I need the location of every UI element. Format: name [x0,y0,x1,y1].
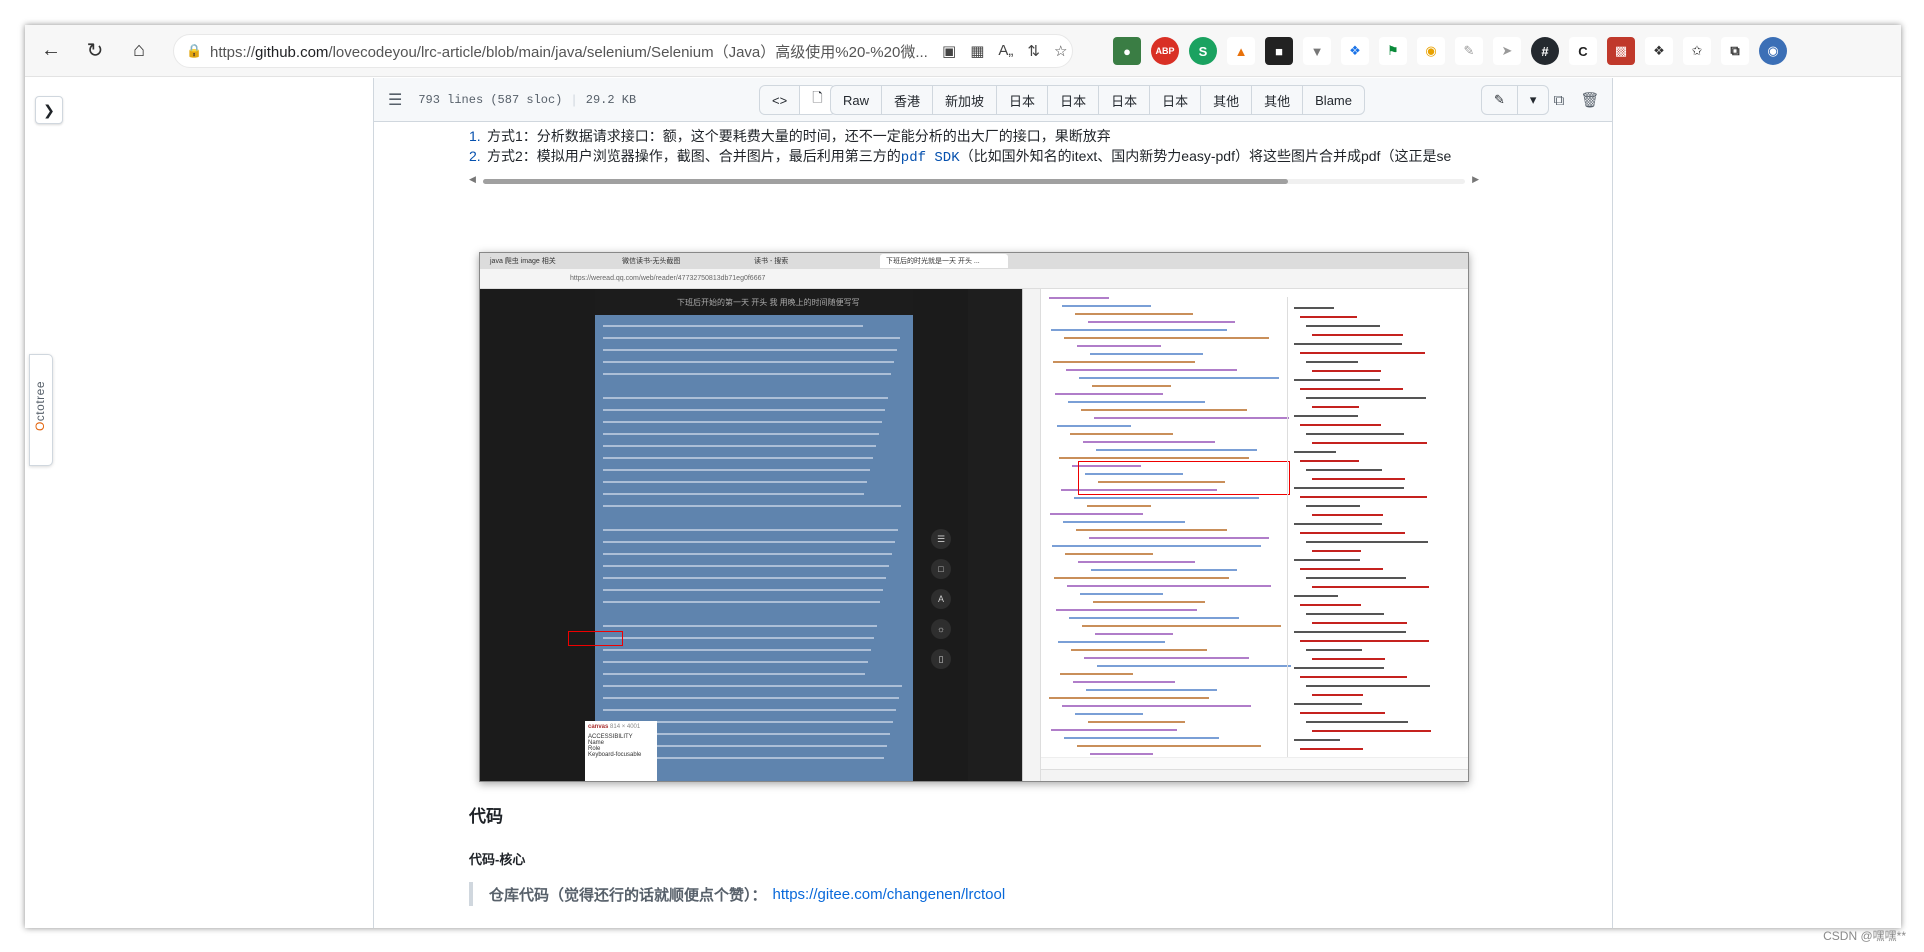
embedded-tab: java 爬虫 image 相关 [490,258,556,265]
file-actions: Raw 香港 新加坡 日本 日本 日本 日本 其他 其他 Blame [830,85,1365,115]
proxy-other2-button[interactable]: 其他 [1251,86,1302,114]
address-bar[interactable]: 🔒 https://github.com/lovecodeyou/lrc-art… [173,34,1073,68]
network-extension-icon[interactable]: ▲ [1227,37,1255,65]
pencil-icon[interactable]: ✎ [1482,86,1517,114]
lock-icon: 🔒 [186,43,203,58]
repo-link[interactable]: https://gitee.com/changenen/lrctool [773,886,1006,903]
proxy-sg-button[interactable]: 新加坡 [932,86,996,114]
embedded-tabs: java 爬虫 image 相关 微信读书-无头截图 读书 - 搜索 下班后的时… [480,253,1468,269]
menu-icon: ☰ [931,529,951,549]
raw-button[interactable]: Raw [831,86,881,114]
bird-extension-icon[interactable]: ➤ [1493,37,1521,65]
globe-extension-icon[interactable]: ● [1113,37,1141,65]
embedded-screenshot: java 爬虫 image 相关 微信读书-无头截图 读书 - 搜索 下班后的时… [479,252,1469,782]
browser-window: ← ↻ ⌂ 🔒 https://github.com/lovecodeyou/l… [25,25,1901,928]
hash-extension-icon[interactable]: # [1531,37,1559,65]
divider: | [572,92,576,107]
proxy-jp1-button[interactable]: 日本 [996,86,1047,114]
code-view-icon[interactable]: <> [760,86,799,114]
octotree-tab[interactable]: Octotree [29,354,53,466]
scroll-thumb[interactable] [483,179,1288,184]
copy-icon[interactable]: ⧉ [1544,85,1574,115]
black-extension-icon[interactable]: ■ [1265,37,1293,65]
fox-extension-icon[interactable]: ◉ [1417,37,1445,65]
line-count: 793 lines (587 sloc) [418,92,563,107]
chevron-right-icon[interactable]: ❯ [35,96,63,124]
inspect-tooltip: canvas 814 × 4001 ACCESSIBILITY Name Rol… [585,721,657,781]
view-toggle: <> 🗋 [759,85,836,115]
embedded-devtools [1022,289,1468,781]
v-extension-icon[interactable]: ▼ [1303,37,1331,65]
avatar[interactable]: ◉ [1759,37,1787,65]
blockquote: 仓库代码（觉得还行的话就顺便点个赞）： https://gitee.com/ch… [469,882,1005,906]
devtools-styles [1287,297,1468,767]
ordered-list: 1. 方式1：分析数据请求接口：额，这个要耗费大量的时间，还不一定能分析的出大厂… [469,126,1479,168]
reader-text-selection [595,315,913,781]
read-aloud-icon[interactable]: A„ [998,42,1013,60]
reader-header: 下班后开始的第一天 开头 我 用晚上的时间随便写写 [595,289,913,315]
translate-icon[interactable]: ⇅ [1027,42,1040,60]
phone-icon: ▯ [931,649,951,669]
pen-extension-icon[interactable]: ✎ [1455,37,1483,65]
subsection-heading: 代码-核心 [469,852,526,867]
favorites-icon[interactable]: ✩ [1683,37,1711,65]
extensions-bar: ● ABP S ▲ ■ ▼ ❖ ⚑ ◉ ✎ ➤ # C ▩ ❖ ✩ ⧉ ◉ [1113,37,1787,65]
proxy-hk-button[interactable]: 香港 [881,86,932,114]
highlight-box [1078,461,1290,495]
font-icon: A [931,589,951,609]
trash-icon[interactable]: 🗑 [1575,85,1605,115]
embedded-tab: 下班后的时光就是一天 开头 ... [880,254,1008,268]
brightness-icon: ☼ [931,619,951,639]
page: ❯ Octotree ☰ 793 lines (587 sloc) | 29.2… [25,78,1901,928]
file-size: 29.2 KB [585,92,637,107]
list-item: 2. 方式2：模拟用户浏览器操作，截图、合并图片，最后利用第三方的pdf SDK… [469,148,1452,166]
proxy-jp4-button[interactable]: 日本 [1149,86,1200,114]
list-icon[interactable]: ☰ [388,90,402,110]
left-gutter: ❯ Octotree [25,78,373,928]
embedded-reader: 下班后开始的第一天 开头 我 用晚上的时间随便写写 [595,289,913,781]
horizontal-scrollbar[interactable]: ◀ ▶ [469,174,1479,188]
apps-icon[interactable]: ▦ [970,42,984,60]
device-icon[interactable]: ▣ [942,42,956,60]
back-icon[interactable]: ← [33,33,69,69]
embedded-tab: 读书 - 搜索 [754,258,789,265]
watermark: CSDN @嘿嘿** [1823,929,1906,943]
octotree-label: Octotree [33,381,47,432]
devtools-elements [1043,297,1291,767]
highlight-box [568,631,623,646]
section-heading: 代码 [469,807,503,826]
adblock-icon[interactable]: ABP [1151,37,1179,65]
home-icon[interactable]: ⌂ [121,33,157,69]
flag-extension-icon[interactable]: ⚑ [1379,37,1407,65]
scroll-left-icon[interactable]: ◀ [469,174,476,185]
proxy-jp2-button[interactable]: 日本 [1047,86,1098,114]
file-header: ☰ 793 lines (587 sloc) | 29.2 KB <> 🗋 Ra… [374,78,1612,122]
blame-button[interactable]: Blame [1302,86,1364,114]
file-view: ☰ 793 lines (587 sloc) | 29.2 KB <> 🗋 Ra… [373,78,1613,928]
list-item: 1. 方式1：分析数据请求接口：额，这个要耗费大量的时间，还不一定能分析的出大厂… [469,128,1111,144]
browser-toolbar: ← ↻ ⌂ 🔒 https://github.com/lovecodeyou/l… [25,25,1901,77]
puzzle-icon[interactable]: ❖ [1645,37,1673,65]
comment-icon: □ [931,559,951,579]
image-extension-icon[interactable]: ▩ [1607,37,1635,65]
embedded-address: https://weread.qq.com/web/reader/4773275… [480,269,1468,289]
favorite-icon[interactable]: ☆ [1054,42,1067,60]
badge-extension-icon[interactable]: ❖ [1341,37,1369,65]
reader-controls: ☰ □ A ☼ ▯ [913,289,968,781]
url-text: https://github.com/lovecodeyou/lrc-artic… [210,43,928,61]
proxy-jp3-button[interactable]: 日本 [1098,86,1149,114]
embedded-tab: 微信读书-无头截图 [622,258,681,265]
c-extension-icon[interactable]: C [1569,37,1597,65]
edit-group: ✎ ▾ [1481,85,1550,115]
s-extension-icon[interactable]: S [1189,37,1217,65]
reload-icon[interactable]: ↻ [77,33,113,69]
markdown-body: 1. 方式1：分析数据请求接口：额，这个要耗费大量的时间，还不一定能分析的出大厂… [469,122,1519,906]
scroll-right-icon[interactable]: ▶ [1472,174,1479,185]
proxy-other1-button[interactable]: 其他 [1200,86,1251,114]
collections-icon[interactable]: ⧉ [1721,37,1749,65]
